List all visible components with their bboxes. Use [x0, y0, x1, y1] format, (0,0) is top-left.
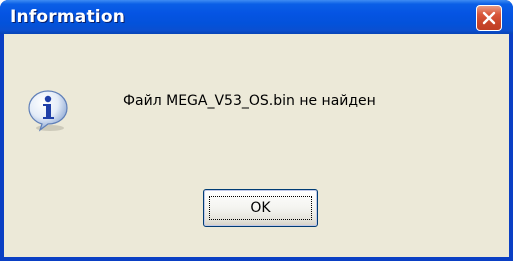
ok-button[interactable]: OK — [203, 189, 318, 227]
dialog-body: Файл MEGA_V53_OS.bin не найден OK — [4, 34, 509, 257]
ok-button-label: OK — [250, 200, 271, 216]
title-bar[interactable]: Information — [0, 0, 513, 34]
dialog-window: Information Файл MEGA_V53_OS.bin не найд… — [0, 0, 513, 261]
close-icon — [482, 11, 496, 25]
close-button[interactable] — [476, 5, 502, 31]
window-title: Information — [10, 7, 126, 27]
information-icon — [28, 90, 68, 132]
message-text: Файл MEGA_V53_OS.bin не найден — [123, 93, 376, 109]
